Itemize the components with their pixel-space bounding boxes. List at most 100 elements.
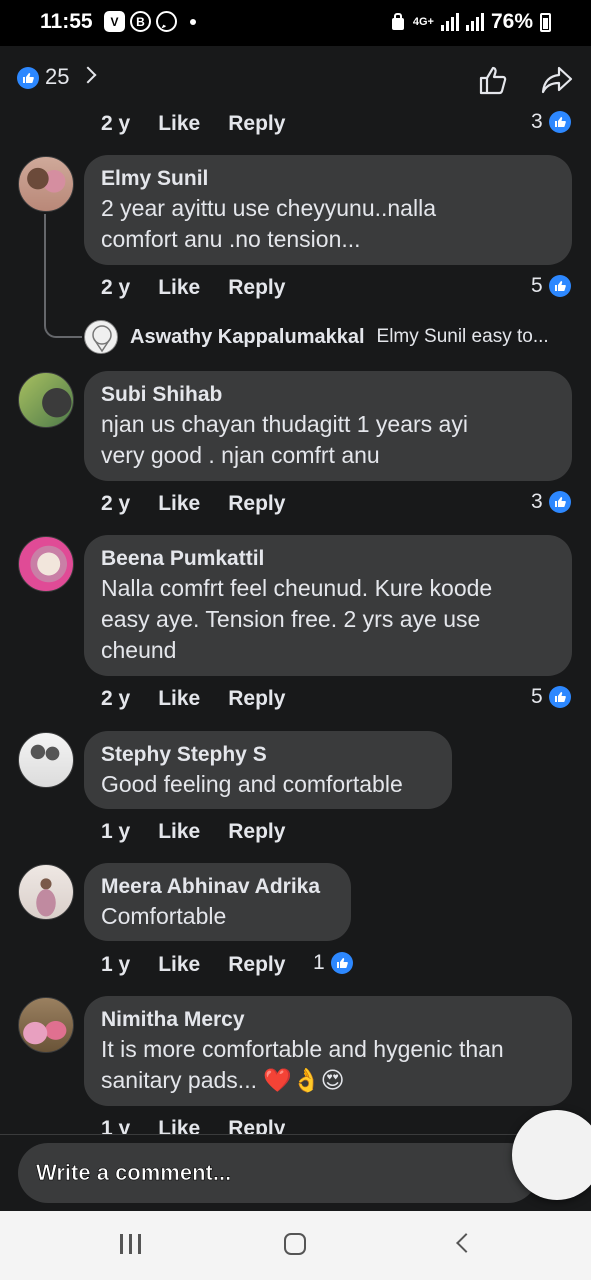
battery-icon <box>540 12 551 32</box>
avatar[interactable] <box>18 156 74 212</box>
reply-snippet: Elmy Sunil easy to... <box>376 326 549 347</box>
like-button[interactable]: Like <box>158 1117 200 1134</box>
whatsapp-notification-icon <box>156 11 177 32</box>
signal-2-icon <box>465 13 484 31</box>
comment-actions: 2 y Like Reply <box>101 276 285 300</box>
commenter-name[interactable]: Elmy Sunil <box>101 165 555 193</box>
comment-text-line: It is more comfortable and hygenic than <box>101 1036 504 1062</box>
comment-bubble: Beena Pumkattil Nalla comfrt feel cheunu… <box>84 535 572 676</box>
post-like-count[interactable]: 25 <box>45 64 69 90</box>
comment-text-line: Nalla comfrt feel cheunud. Kure koode <box>101 575 493 601</box>
comment-actions: 1 y Like Reply <box>101 1117 285 1134</box>
comment-bubble: Meera Abhinav Adrika Comfortable <box>84 863 351 941</box>
reply-preview[interactable]: Aswathy Kappalumakkal Elmy Sunil easy to… <box>84 320 549 354</box>
comment-time: 1 y <box>101 953 131 976</box>
commenter-name[interactable]: Nimitha Mercy <box>101 1006 555 1034</box>
network-type: 4G+ <box>412 16 434 28</box>
reply-button[interactable]: Reply <box>228 687 285 711</box>
like-button[interactable]: Like <box>158 112 200 136</box>
comment-time: 1 y <box>101 820 131 843</box>
comment-time: 1 y <box>101 1117 131 1134</box>
avatar[interactable] <box>18 864 74 920</box>
like-button[interactable]: Like <box>158 687 200 711</box>
comment-bubble: Stephy Stephy S Good feeling and comfort… <box>84 731 452 809</box>
reply-author-name[interactable]: Aswathy Kappalumakkal <box>130 326 365 349</box>
reply-button[interactable]: Reply <box>228 112 285 136</box>
avatar[interactable] <box>18 997 74 1053</box>
avatar[interactable] <box>18 732 74 788</box>
comment-text-line: very good . njan comfrt anu <box>101 442 380 468</box>
comment-time: 2 y <box>101 492 131 515</box>
signal-icon <box>440 13 459 31</box>
alarm-icon <box>391 13 404 30</box>
reply-button[interactable]: Reply <box>228 492 285 516</box>
comment-actions: 2 y Like Reply <box>101 112 285 136</box>
comment-text-line: 2 year ayittu use cheyyunu..nalla <box>101 195 436 221</box>
reaction-summary[interactable]: 5 <box>531 274 571 298</box>
share-icon[interactable] <box>541 66 573 94</box>
reply-button[interactable]: Reply <box>228 820 285 844</box>
comment-text-line: Good feeling and comfortable <box>101 771 403 797</box>
more-notifications-dot <box>190 18 196 25</box>
like-button[interactable]: Like <box>158 820 200 844</box>
commenter-name[interactable]: Beena Pumkattil <box>101 545 555 573</box>
like-reaction-icon[interactable] <box>17 67 39 89</box>
comment-bubble: Elmy Sunil 2 year ayittu use cheyyunu..n… <box>84 155 572 265</box>
avatar[interactable] <box>18 372 74 428</box>
comment-text-line: Comfortable <box>101 903 227 929</box>
comment-composer-bar: Write a comment... <box>0 1134 591 1211</box>
reply-thread-line <box>44 214 82 338</box>
avatar <box>84 320 118 354</box>
vpn-notification-icon: V <box>104 11 125 32</box>
like-button[interactable]: Like <box>158 492 200 516</box>
like-reaction-icon <box>548 491 571 513</box>
reaction-count: 5 <box>531 274 543 297</box>
back-icon[interactable] <box>456 1233 476 1253</box>
comment-time: 2 y <box>101 687 131 710</box>
like-outline-icon[interactable] <box>477 64 509 96</box>
system-nav-bar <box>0 1211 591 1280</box>
like-reaction-icon <box>548 111 571 133</box>
comment-actions: 1 y Like Reply <box>101 820 285 844</box>
comment-text-line: sanitary pads... ❤️👌😍 <box>101 1067 345 1093</box>
reaction-count: 3 <box>531 490 543 513</box>
reaction-count: 3 <box>531 110 543 133</box>
reaction-summary[interactable]: 1 <box>313 951 353 975</box>
commenter-name[interactable]: Subi Shihab <box>101 381 555 409</box>
like-reaction-icon <box>548 275 571 297</box>
comment-actions: 2 y Like Reply <box>101 492 285 516</box>
comment-text-line: comfort anu .no tension... <box>101 226 361 252</box>
status-time: 11:55 <box>40 10 93 33</box>
home-icon[interactable] <box>284 1233 306 1255</box>
comment-bubble: Subi Shihab njan us chayan thudagitt 1 y… <box>84 371 572 481</box>
system-status: 4G+ 76% <box>390 10 551 34</box>
reply-button[interactable]: Reply <box>228 276 285 300</box>
like-button[interactable]: Like <box>158 276 200 300</box>
commenter-name[interactable]: Stephy Stephy S <box>101 741 435 769</box>
reaction-count: 1 <box>313 951 325 974</box>
reaction-summary[interactable]: 3 <box>531 490 571 514</box>
comment-text-line: cheund <box>101 637 177 663</box>
reaction-summary[interactable]: 5 <box>531 685 571 709</box>
like-reaction-icon <box>548 686 571 708</box>
comment-actions: 2 y Like Reply <box>101 687 285 711</box>
reaction-count: 5 <box>531 685 543 708</box>
comment-actions: 1 y Like Reply <box>101 953 285 977</box>
reaction-summary[interactable]: 3 <box>531 110 571 134</box>
avatar[interactable] <box>18 536 74 592</box>
notification-icons: V B <box>104 11 196 32</box>
comment-text-line: easy aye. Tension free. 2 yrs aye use <box>101 606 481 632</box>
comment-bubble: Nimitha Mercy It is more comfortable and… <box>84 996 572 1106</box>
comment-text-line: njan us chayan thudagitt 1 years ayi <box>101 411 468 437</box>
like-reaction-icon <box>330 952 353 974</box>
status-bar: 11:55 V B 4G+ 76% <box>0 0 591 46</box>
like-button[interactable]: Like <box>158 953 200 977</box>
commenter-name[interactable]: Meera Abhinav Adrika <box>101 873 334 901</box>
b-notification-icon: B <box>130 11 151 32</box>
battery-percent: 76% <box>490 10 533 33</box>
comment-time: 2 y <box>101 112 131 135</box>
recent-apps-icon[interactable] <box>120 1234 141 1254</box>
reply-button[interactable]: Reply <box>228 1117 285 1134</box>
comment-input[interactable]: Write a comment... <box>18 1143 538 1203</box>
reply-button[interactable]: Reply <box>228 953 285 977</box>
